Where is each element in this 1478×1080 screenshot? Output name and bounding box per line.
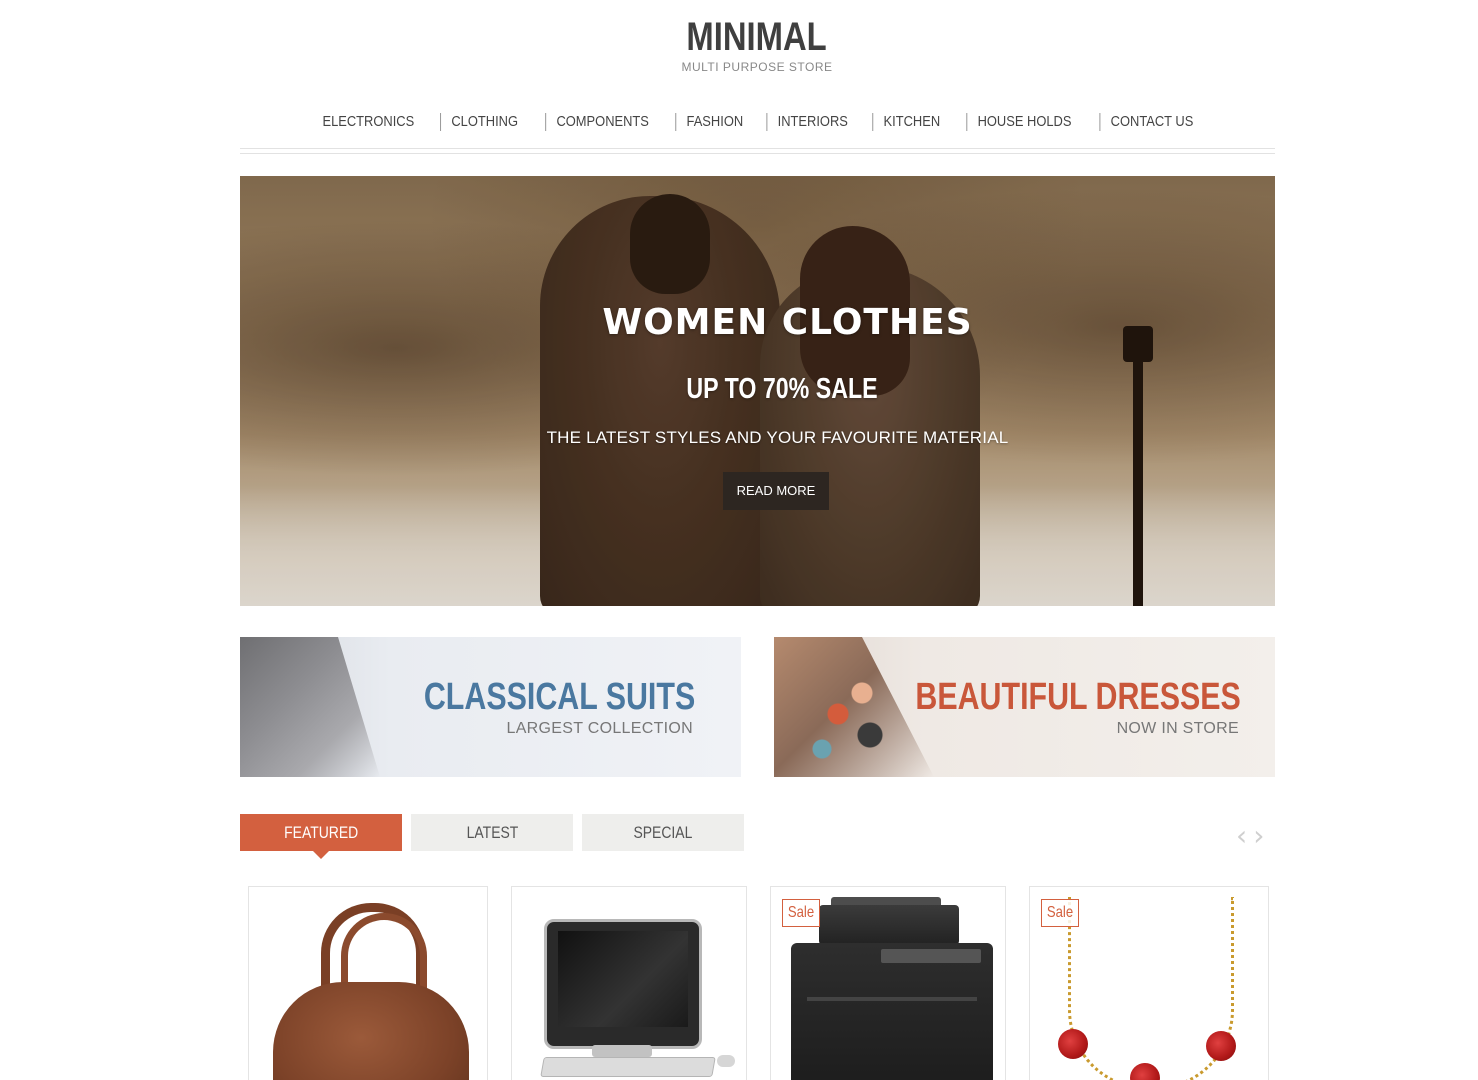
tab-label: LATEST	[466, 823, 518, 842]
store-page: MINIMAL MULTI PURPOSE STORE ELECTRONICS …	[0, 0, 1478, 1080]
chevron-left-icon[interactable]: ‹	[1236, 822, 1247, 850]
banner-beautiful-dresses[interactable]: BEAUTIFUL DRESSES NOW IN STORE	[774, 637, 1275, 777]
nav-item-house-holds[interactable]: HOUSE HOLDS	[966, 113, 1081, 131]
sale-badge: Sale	[1041, 899, 1079, 927]
suit-jacket-image	[240, 637, 380, 777]
product-card-handbag[interactable]	[248, 886, 488, 1080]
banner-subtitle: LARGEST COLLECTION	[506, 720, 693, 737]
nav-item-interiors[interactable]: INTERIORS	[766, 113, 859, 131]
sale-badge-label: Sale	[787, 904, 815, 921]
product-card-computer[interactable]	[511, 886, 747, 1080]
printer-paper-slot	[807, 997, 977, 1001]
handbag-image	[273, 982, 469, 1080]
logo-subtitle: MULTI PURPOSE STORE	[681, 60, 833, 74]
tab-label: FEATURED	[283, 823, 359, 842]
carousel-controls: ‹ ›	[1236, 822, 1264, 850]
read-more-button[interactable]: READ MORE	[723, 472, 829, 510]
monitor-stand	[592, 1045, 652, 1057]
product-tabs: FEATURED LATEST SPECIAL	[240, 814, 753, 859]
earring-left-image	[1058, 1029, 1088, 1059]
printer-control-panel	[881, 949, 981, 963]
banner-title: BEAUTIFUL DRESSES	[915, 676, 1241, 718]
mouse-image	[717, 1055, 735, 1067]
banner-title: CLASSICAL SUITS	[423, 676, 695, 718]
hero-slider[interactable]: WOMEN CLOTHES UP TO 70% SALE THE LATEST …	[240, 176, 1275, 606]
printer-top	[819, 905, 959, 945]
nav-item-clothing[interactable]: CLOTHING	[440, 113, 529, 131]
banner-classical-suits[interactable]: CLASSICAL SUITS LARGEST COLLECTION	[240, 637, 741, 777]
sale-badge: Sale	[782, 899, 820, 927]
nav-item-contact-us[interactable]: CONTACT US	[1099, 113, 1204, 131]
sale-badge-label: Sale	[1046, 904, 1074, 921]
hero-description: THE LATEST STYLES AND YOUR FAVOURITE MAT…	[546, 428, 1009, 447]
hero-sale-text: UP TO 70% SALE	[686, 373, 878, 405]
keyboard-image	[540, 1057, 716, 1077]
tab-special[interactable]: SPECIAL	[582, 814, 744, 851]
product-card-necklace[interactable]: Sale	[1029, 886, 1269, 1080]
tab-featured[interactable]: FEATURED	[240, 814, 402, 859]
printer-image	[791, 943, 993, 1080]
nav-item-fashion[interactable]: FASHION	[674, 113, 753, 131]
nav-item-electronics[interactable]: ELECTRONICS	[312, 113, 424, 131]
monitor-screen	[558, 931, 688, 1027]
hero-title: WOMEN CLOTHES	[602, 302, 973, 343]
nav-item-components[interactable]: COMPONENTS	[545, 113, 659, 131]
tab-latest[interactable]: LATEST	[411, 814, 573, 851]
nav-divider	[240, 148, 1275, 154]
site-logo[interactable]: MINIMAL MULTI PURPOSE STORE	[0, 14, 1478, 74]
banner-subtitle: NOW IN STORE	[1116, 720, 1239, 737]
dress-image	[774, 637, 934, 777]
logo-title[interactable]: MINIMAL	[687, 14, 827, 60]
nav-item-kitchen[interactable]: KITCHEN	[872, 113, 950, 131]
chevron-right-icon[interactable]: ›	[1253, 822, 1264, 850]
tab-label: SPECIAL	[633, 823, 693, 842]
main-nav: ELECTRONICS CLOTHING COMPONENTS FASHION …	[240, 111, 1275, 133]
earring-right-image	[1206, 1031, 1236, 1061]
product-card-printer[interactable]: Sale	[770, 886, 1006, 1080]
